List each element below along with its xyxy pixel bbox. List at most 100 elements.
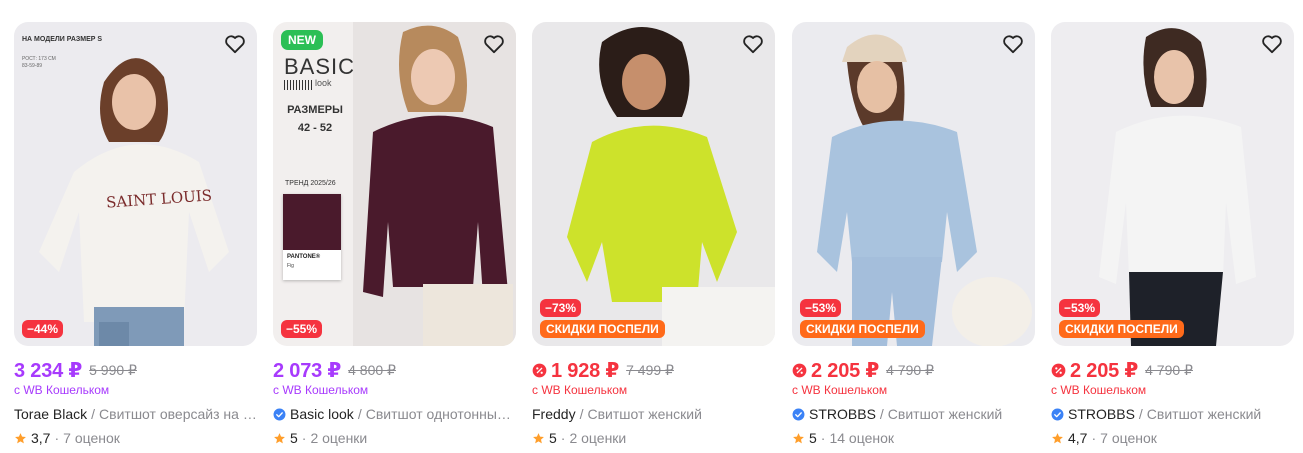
product-card[interactable]: −73% СКИДКИ ПОСПЕЛИ 1 928 ₽ 7 499 ₽ с WB… — [532, 22, 775, 446]
new-badge: NEW — [281, 30, 323, 50]
verified-check-icon — [792, 408, 805, 420]
pantone-swatch — [283, 194, 341, 250]
product-name: Свитшот оверсайз на молнии — [99, 406, 257, 422]
rating: 5 · 2 оценки — [532, 429, 775, 447]
old-price: 4 790 ₽ — [886, 361, 934, 378]
heart-outline-icon — [484, 35, 504, 54]
price: 1 928 ₽ — [551, 359, 620, 382]
model-height: РОСТ: 173 СМ — [22, 56, 56, 62]
product-name: Свитшот женский — [587, 406, 702, 422]
badges: −44% — [22, 320, 64, 338]
wallet-note: с WB Кошельком — [273, 383, 369, 397]
wallet-note: с WB Кошельком — [792, 383, 888, 397]
rating: 4,7 · 7 оценок — [1051, 429, 1294, 447]
rating-dot: · — [560, 430, 566, 446]
favorite-button[interactable] — [1258, 30, 1286, 58]
verified-check-icon — [1051, 408, 1064, 420]
rating-value: 4,7 — [1068, 430, 1088, 446]
old-price: 4 800 ₽ — [348, 361, 396, 378]
price-row: 2 205 ₽ 4 790 ₽ — [792, 359, 1035, 382]
badges: −73% СКИДКИ ПОСПЕЛИ — [540, 299, 665, 338]
discount-badge: −53% — [1059, 299, 1101, 317]
heart-outline-icon — [1262, 35, 1282, 54]
price-row: 2 205 ₽ 4 790 ₽ — [1051, 359, 1294, 382]
old-price: 5 990 ₽ — [89, 361, 137, 378]
product-card[interactable]: −53% СКИДКИ ПОСПЕЛИ 2 205 ₽ 4 790 ₽ с WB… — [1051, 22, 1294, 446]
price-row: 3 234 ₽ 5 990 ₽ — [14, 359, 257, 382]
product-title[interactable]: STROBBS / Свитшот женский — [792, 405, 1035, 423]
product-image[interactable]: −53% СКИДКИ ПОСПЕЛИ — [792, 22, 1035, 346]
rating: 3,7 · 7 оценок — [14, 429, 257, 447]
favorite-button[interactable] — [999, 30, 1027, 58]
brand-logo-sub: look — [315, 78, 332, 88]
price-row: 2 073 ₽ 4 800 ₽ — [273, 359, 516, 382]
wallet-note: с WB Кошельком — [14, 383, 110, 397]
product-photo — [532, 22, 775, 346]
badges: −53% СКИДКИ ПОСПЕЛИ — [1059, 299, 1184, 338]
verified-check-icon — [273, 408, 286, 420]
price-row: 1 928 ₽ 7 499 ₽ — [532, 359, 775, 382]
star-icon — [15, 432, 26, 443]
star-icon — [793, 432, 804, 443]
rating-dot: · — [1091, 430, 1097, 446]
product-photo — [1051, 22, 1294, 346]
price: 2 073 ₽ — [273, 359, 342, 382]
heart-outline-icon — [1003, 35, 1023, 54]
favorite-button[interactable] — [221, 30, 249, 58]
sizes-value: 42 - 52 — [297, 122, 333, 134]
badges: −53% СКИДКИ ПОСПЕЛИ — [800, 299, 925, 338]
product-image[interactable]: −53% СКИДКИ ПОСПЕЛИ — [1051, 22, 1294, 346]
rating-dot: · — [820, 430, 826, 446]
price: 2 205 ₽ — [1070, 359, 1139, 382]
model-size-label: НА МОДЕЛИ РАЗМЕР S — [22, 36, 103, 43]
promo-badge: СКИДКИ ПОСПЕЛИ — [1059, 320, 1184, 338]
favorite-button[interactable] — [480, 30, 508, 58]
heart-outline-icon — [225, 35, 245, 54]
rating-value: 5 — [809, 430, 817, 446]
sizes-label: РАЗМЕРЫ — [287, 104, 343, 116]
title-separator: / — [357, 406, 362, 422]
star-icon — [533, 432, 544, 443]
rating: 5 · 14 оценок — [792, 429, 1035, 447]
product-image[interactable]: NEW BASIC look РАЗМЕРЫ 42 - 52 ТРЕНД 202… — [273, 22, 516, 346]
discount-badge: −55% — [281, 320, 323, 338]
wallet-note: с WB Кошельком — [1051, 383, 1147, 397]
wallet-discount-icon — [792, 363, 807, 377]
model-params: 83-59-89 — [22, 63, 43, 69]
badges: −55% — [281, 320, 323, 338]
brand-name: Basic look — [290, 406, 354, 422]
product-card[interactable]: НА МОДЕЛИ РАЗМЕР S РОСТ: 173 СМ 83-59-89… — [14, 22, 257, 446]
product-title[interactable]: Basic look / Свитшот однотонный базовый — [273, 405, 516, 423]
discount-badge: −53% — [800, 299, 842, 317]
star-icon — [1052, 432, 1063, 443]
reviews-count: 7 оценок — [1100, 430, 1157, 446]
brand-name: Freddy — [532, 406, 576, 422]
brand-name: Torae Black — [14, 406, 88, 422]
product-card[interactable]: −53% СКИДКИ ПОСПЕЛИ 2 205 ₽ 4 790 ₽ с WB… — [792, 22, 1035, 446]
product-title[interactable]: STROBBS / Свитшот женский — [1051, 405, 1294, 423]
wallet-discount-icon — [1051, 363, 1066, 377]
product-image[interactable]: −73% СКИДКИ ПОСПЕЛИ — [532, 22, 775, 346]
reviews-count: 14 оценок — [829, 430, 895, 446]
favorite-button[interactable] — [739, 30, 767, 58]
barcode-icon — [284, 80, 314, 90]
reviews-count: 2 оценки — [310, 430, 368, 446]
product-name: Свитшот женский — [1146, 406, 1262, 422]
rating-dot: · — [54, 430, 60, 446]
product-photo — [792, 22, 1035, 346]
rating-value: 5 — [549, 430, 557, 446]
promo-badge: СКИДКИ ПОСПЕЛИ — [800, 320, 925, 338]
title-separator: / — [579, 406, 584, 422]
heart-outline-icon — [743, 35, 763, 54]
discount-badge: −44% — [22, 320, 64, 338]
rating-dot: · — [301, 430, 307, 446]
pantone-color-name: Fig — [287, 263, 294, 269]
product-title[interactable]: Freddy / Свитшот женский — [532, 405, 775, 423]
product-card[interactable]: NEW BASIC look РАЗМЕРЫ 42 - 52 ТРЕНД 202… — [273, 22, 516, 446]
product-title[interactable]: Torae Black / Свитшот оверсайз на молнии — [14, 405, 257, 423]
product-photo — [14, 22, 257, 346]
title-separator: / — [91, 406, 96, 422]
discount-badge: −73% — [540, 299, 582, 317]
price: 2 205 ₽ — [811, 359, 880, 382]
product-image[interactable]: НА МОДЕЛИ РАЗМЕР S РОСТ: 173 СМ 83-59-89… — [14, 22, 257, 346]
